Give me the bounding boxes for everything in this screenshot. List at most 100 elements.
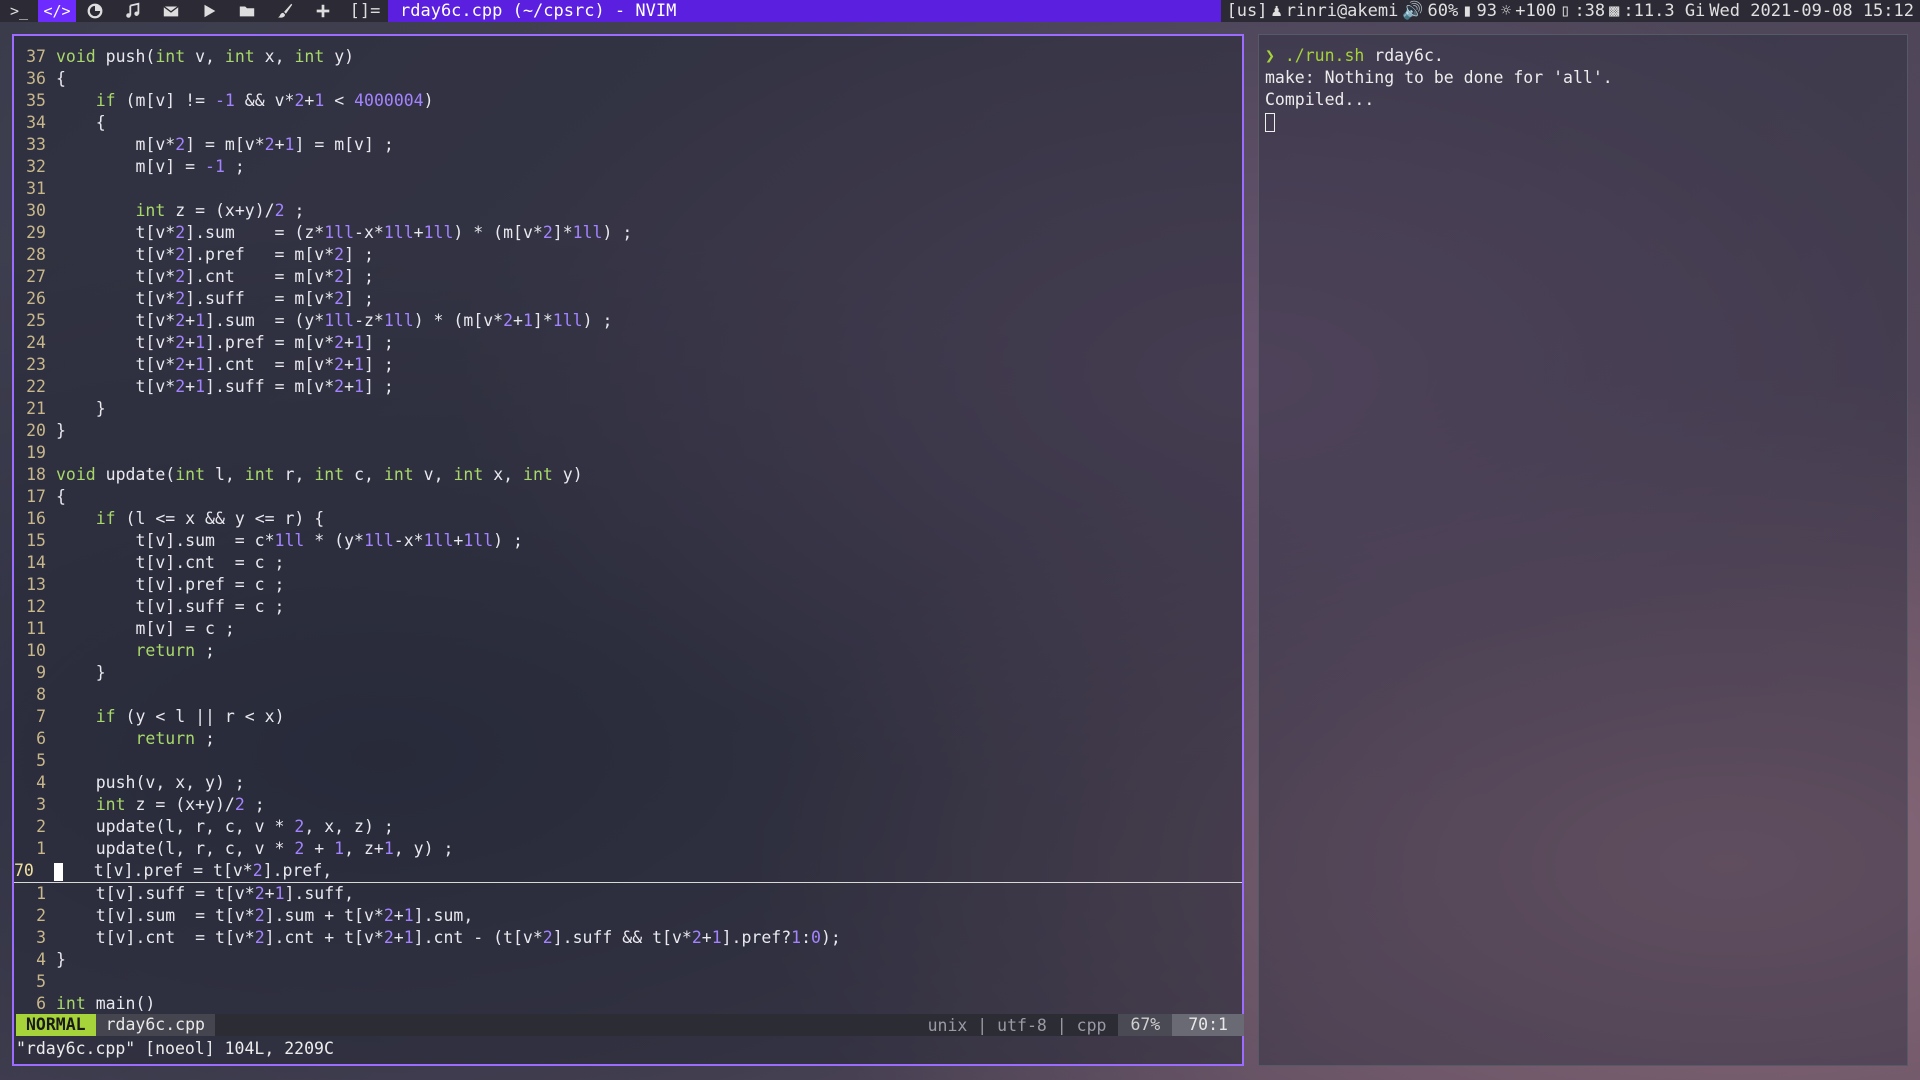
code-token: } bbox=[56, 950, 66, 969]
line-number: 37 bbox=[26, 47, 46, 66]
keyword-token: int bbox=[294, 47, 325, 66]
terminal-pane[interactable]: ❯ ./run.sh rday6c. make: Nothing to be d… bbox=[1258, 34, 1908, 1066]
code-line[interactable]: 2 update(l, r, c, v * 2, x, z) ; bbox=[14, 816, 1242, 838]
code-line[interactable]: 27 t[v*2].cnt = m[v*2] ; bbox=[14, 266, 1242, 288]
code-line[interactable]: 8 bbox=[14, 684, 1242, 706]
code-line[interactable]: 23 t[v*2+1].cnt = m[v*2+1] ; bbox=[14, 354, 1242, 376]
code-line[interactable]: 2 t[v].sum = t[v*2].sum + t[v*2+1].sum, bbox=[14, 905, 1242, 927]
workspace-terminal[interactable]: >_ bbox=[0, 0, 38, 22]
number-token: 2 bbox=[175, 355, 186, 374]
firefox-icon bbox=[87, 3, 103, 19]
number-token: 1ll bbox=[363, 531, 394, 550]
code-token: } bbox=[56, 399, 106, 418]
code-line[interactable]: 33 m[v*2] = m[v*2+1] = m[v] ; bbox=[14, 134, 1242, 156]
line-number: 4 bbox=[36, 950, 46, 969]
workspace-paint[interactable] bbox=[266, 0, 304, 22]
workspace-files[interactable] bbox=[228, 0, 266, 22]
code-line[interactable]: 37 void push(int v, int x, int y) bbox=[14, 46, 1242, 68]
code-line[interactable]: 4 push(v, x, y) ; bbox=[14, 772, 1242, 794]
code-line[interactable]: 5 bbox=[14, 750, 1242, 772]
code-line[interactable]: 11 m[v] = c ; bbox=[14, 618, 1242, 640]
code-line[interactable]: 35 if (m[v] != -1 && v*2+1 < 4000004) bbox=[14, 90, 1242, 112]
code-line[interactable]: 9 } bbox=[14, 662, 1242, 684]
code-line[interactable]: 22 t[v*2+1].suff = m[v*2+1] ; bbox=[14, 376, 1242, 398]
code-line[interactable]: 10 return ; bbox=[14, 640, 1242, 662]
code-line[interactable]: 24 t[v*2+1].pref = m[v*2+1] ; bbox=[14, 332, 1242, 354]
code-token: * (y* bbox=[304, 531, 364, 550]
code-token: t[v* bbox=[56, 245, 176, 264]
terminal-icon: >_ bbox=[9, 2, 29, 20]
code-line[interactable]: 25 t[v*2+1].sum = (y*1ll-z*1ll) * (m[v*2… bbox=[14, 310, 1242, 332]
code-token: + bbox=[701, 928, 712, 947]
disk-level: :38 bbox=[1574, 1, 1606, 21]
code-line[interactable]: 3 int z = (x+y)/2 ; bbox=[14, 794, 1242, 816]
code-line[interactable]: 21 } bbox=[14, 398, 1242, 420]
code-token: + bbox=[304, 91, 315, 110]
code-line[interactable]: 6 int main() bbox=[14, 993, 1242, 1015]
code-line[interactable]: 15 t[v].sum = c*1ll * (y*1ll-x*1ll+1ll) … bbox=[14, 530, 1242, 552]
code-line[interactable]: 6 return ; bbox=[14, 728, 1242, 750]
code-line[interactable]: 14 t[v].cnt = c ; bbox=[14, 552, 1242, 574]
code-line[interactable]: 16 if (l <= x && y <= r) { bbox=[14, 508, 1242, 530]
code-line[interactable]: 31 bbox=[14, 178, 1242, 200]
battery-level: 93 bbox=[1476, 1, 1497, 21]
code-line[interactable]: 29 t[v*2].sum = (z*1ll-x*1ll+1ll) * (m[v… bbox=[14, 222, 1242, 244]
code-token: + bbox=[344, 355, 355, 374]
number-token: 1 bbox=[354, 333, 364, 352]
line-number: 3 bbox=[36, 928, 46, 947]
code-line[interactable]: 34 { bbox=[14, 112, 1242, 134]
number-token: 1ll bbox=[324, 223, 355, 242]
keyword-token: void bbox=[56, 465, 96, 484]
terminal-command: ./run.sh bbox=[1274, 46, 1365, 65]
workspace-add[interactable] bbox=[304, 0, 342, 22]
code-line[interactable]: 13 t[v].pref = c ; bbox=[14, 574, 1242, 596]
code-line[interactable]: 5 bbox=[14, 971, 1242, 993]
code-line[interactable]: 30 int z = (x+y)/2 ; bbox=[14, 200, 1242, 222]
code-token: ].suff = m[v* bbox=[205, 377, 335, 396]
code-line[interactable]: 20} bbox=[14, 420, 1242, 442]
code-line[interactable]: 12 t[v].suff = c ; bbox=[14, 596, 1242, 618]
workspace-code[interactable]: </> bbox=[38, 0, 76, 22]
code-buffer[interactable]: 37 void push(int v, int x, int y) 36{35 if… bbox=[14, 46, 1242, 1015]
code-line[interactable]: 1 t[v].suff = t[v*2+1].suff, bbox=[14, 883, 1242, 905]
code-line[interactable]: 19 bbox=[14, 442, 1242, 464]
battery-icon: ▮ bbox=[1462, 1, 1473, 21]
line-number: 1 bbox=[36, 839, 46, 858]
code-line[interactable]: 4} bbox=[14, 949, 1242, 971]
line-number: 32 bbox=[26, 157, 46, 176]
code-line[interactable]: 18 void update(int l, int r, int c, int v… bbox=[14, 464, 1242, 486]
code-line[interactable]: 7 if (y < l || r < x) bbox=[14, 706, 1242, 728]
code-token: ].suff = m[v* bbox=[185, 289, 335, 308]
workspace-media[interactable] bbox=[190, 0, 228, 22]
editor-pane[interactable]: 37 void push(int v, int x, int y) 36{35 if… bbox=[12, 34, 1244, 1066]
code-line[interactable]: 32 m[v] = -1 ; bbox=[14, 156, 1242, 178]
current-code-line[interactable]: 70 t[v].pref = t[v*2].pref, bbox=[14, 860, 1242, 883]
number-token: 2 bbox=[383, 906, 394, 925]
workspace-mail[interactable] bbox=[152, 0, 190, 22]
keyboard-layout[interactable]: [us] bbox=[1227, 1, 1268, 21]
code-token: + bbox=[344, 333, 355, 352]
keyword-token: int bbox=[224, 47, 255, 66]
volume-icon[interactable]: 🔊 bbox=[1402, 1, 1423, 21]
code-token: ] ; bbox=[363, 377, 394, 396]
code-line[interactable]: 1 update(l, r, c, v * 2 + 1, z+1, y) ; bbox=[14, 838, 1242, 860]
code-line[interactable]: 36 { bbox=[14, 68, 1242, 90]
workspace-browser[interactable] bbox=[76, 0, 114, 22]
code-token: , x, z) ; bbox=[304, 817, 394, 836]
layout-indicator[interactable]: []= bbox=[342, 0, 388, 22]
volume-level: 60% bbox=[1427, 1, 1459, 21]
number-token: 2 bbox=[175, 223, 186, 242]
line-number: 3 bbox=[36, 795, 46, 814]
line-number: 17 bbox=[26, 487, 46, 506]
code-line[interactable]: 3 t[v].cnt = t[v*2].cnt + t[v*2+1].cnt -… bbox=[14, 927, 1242, 949]
code-line[interactable]: 28 t[v*2].pref = m[v*2] ; bbox=[14, 244, 1242, 266]
code-line[interactable]: 17 { bbox=[14, 486, 1242, 508]
play-icon bbox=[204, 4, 216, 18]
line-number: 29 bbox=[26, 223, 46, 242]
code-line[interactable]: 26 t[v*2].suff = m[v*2] ; bbox=[14, 288, 1242, 310]
number-token: 2 bbox=[254, 884, 265, 903]
workspace-music[interactable] bbox=[114, 0, 152, 22]
